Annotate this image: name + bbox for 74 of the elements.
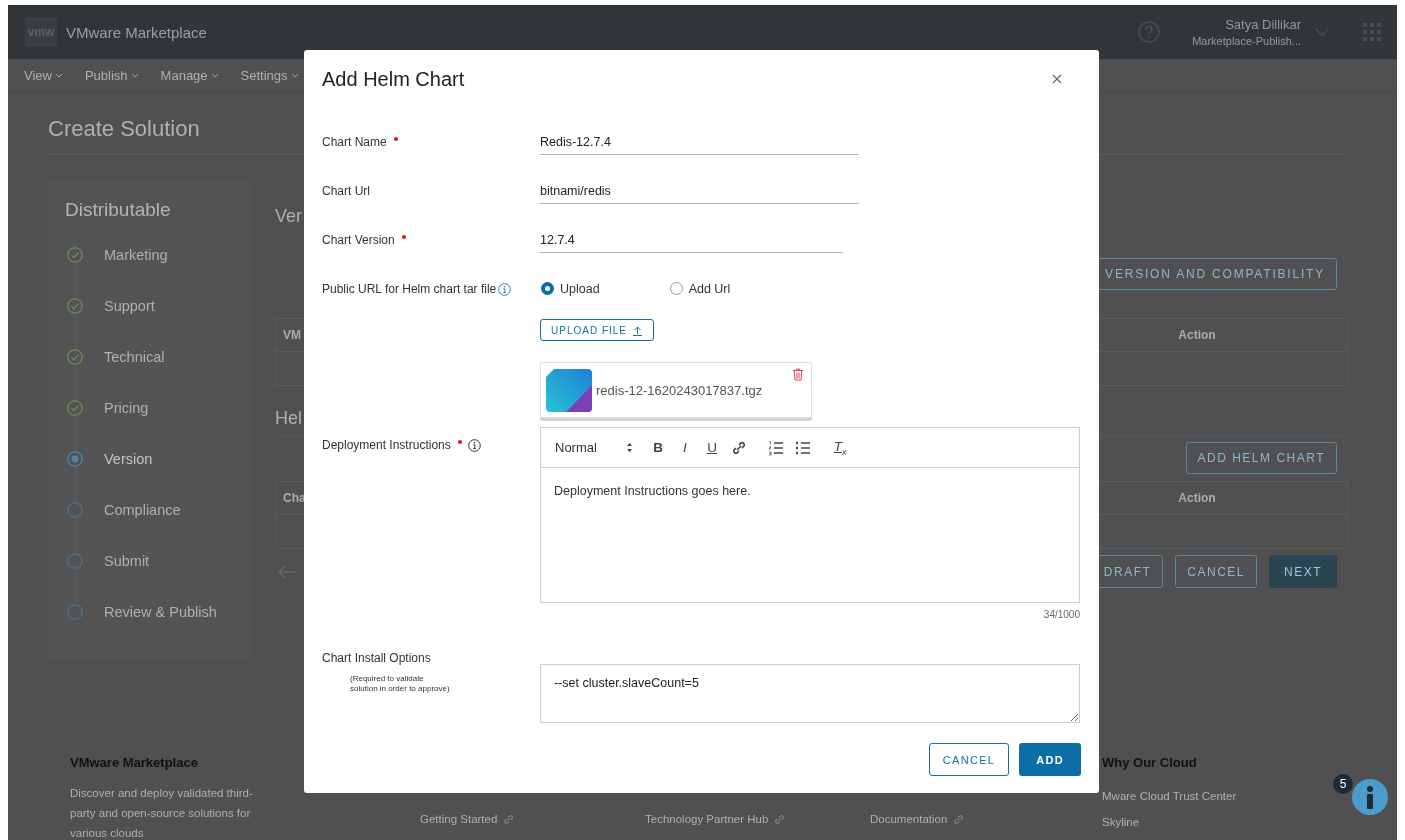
footer-heading: Why Our Cloud [1102, 755, 1198, 770]
italic-button[interactable]: I [676, 440, 694, 455]
step-label[interactable]: Marketing [104, 246, 168, 263]
chevron-down-icon [210, 72, 219, 78]
footer-text: Discover and deploy validated third-party and open-source solutions for various clouds [70, 786, 254, 840]
footer-link[interactable]: Technology Partner Hub [645, 813, 786, 825]
bold-button[interactable]: B [649, 440, 667, 455]
nav-menu[interactable]: Publish [84, 67, 139, 83]
add-helm-chart-button[interactable]: ADD HELM CHART [1185, 442, 1337, 474]
up-down-arrows-icon [626, 442, 633, 453]
nav-menu[interactable]: View [24, 67, 63, 83]
help-icon [1138, 21, 1161, 43]
close-icon [1052, 74, 1062, 84]
chevron-down-icon [130, 72, 139, 78]
step-label[interactable]: Compliance [104, 501, 181, 518]
clear-format-button[interactable]: T$_{x}$ [831, 438, 849, 457]
link-icon[interactable] [731, 439, 747, 456]
app-grid-icon [1363, 23, 1381, 41]
chevron-down-icon [290, 72, 299, 78]
character-counter: 34/1000 [1042, 609, 1081, 620]
footer-heading: VMware Marketplace [70, 755, 199, 770]
field-label: Deployment Instructions [322, 438, 451, 452]
upload-icon [632, 324, 644, 336]
radio-label[interactable]: Upload [560, 281, 600, 296]
step-label[interactable]: Submit [104, 552, 150, 569]
steps-title: Distributable [65, 199, 172, 221]
underline-button[interactable]: U [703, 440, 721, 455]
chevron-down-icon [54, 72, 63, 78]
cancel-button[interactable]: CANCEL [928, 743, 1010, 776]
user-name: Satya Dillikar [1225, 17, 1301, 32]
field-label: Public URL for Helm chart tar file [322, 282, 497, 296]
file-name: redis-12-1620243017837.tgz [596, 382, 763, 398]
nav-menu[interactable]: Manage [160, 67, 219, 83]
link-icon [774, 813, 786, 825]
rich-text-editor[interactable]: Normal B I U T$_{x}$ Deployment Instructions goes here. [540, 427, 1080, 603]
chevron-down-icon [1315, 28, 1329, 36]
column-header: Action [1177, 328, 1217, 342]
editor-text: Deployment Instructions goes here. [553, 483, 752, 500]
field-label: Chart Version [322, 233, 395, 247]
field-note: (Required to validate solution in order to approve) [350, 674, 450, 694]
field-label: Chart Url [322, 184, 370, 198]
nav-menu[interactable]: Settings [240, 67, 299, 83]
step-label[interactable]: Version [104, 450, 153, 467]
link-icon [503, 813, 515, 825]
step-label[interactable]: Support [104, 297, 155, 314]
action-button[interactable]: CANCEL [1175, 555, 1257, 588]
trash-icon [792, 368, 804, 381]
radio-button[interactable] [541, 282, 554, 295]
next-button[interactable]: NEXT [1269, 555, 1337, 588]
user-role: Marketplace-Publish... [1192, 35, 1301, 47]
bullet-list-icon[interactable] [795, 439, 811, 456]
field-label: Chart Install Options [322, 651, 431, 665]
step-label[interactable]: Technical [104, 348, 165, 365]
radio-label[interactable]: Add Url [688, 281, 731, 296]
delete-button[interactable] [792, 368, 804, 381]
link-icon [953, 813, 965, 825]
field-label: Chart Name [322, 135, 387, 149]
step-label[interactable]: Review & Publish [104, 603, 217, 620]
footer-link[interactable]: Getting Started [420, 813, 515, 825]
step-label[interactable]: Pricing [104, 399, 149, 416]
section-heading: Ver [275, 206, 304, 227]
file-icon [546, 368, 592, 412]
upload-file-button[interactable]: UPLOAD FILE [540, 319, 655, 341]
numbered-list-icon[interactable] [768, 439, 784, 456]
dialog-title: Add Helm Chart [322, 67, 465, 91]
install-options-field[interactable]: --set cluster.slaveCount=5 [540, 664, 1080, 723]
column-header: VM [283, 328, 301, 342]
footer-link[interactable]: Skyline [1102, 816, 1397, 828]
add-button[interactable]: ADD [1019, 743, 1081, 776]
footer-link[interactable]: Documentation [870, 813, 965, 825]
format-dropdown[interactable]: Normal [555, 440, 633, 455]
column-header: Action [1177, 491, 1217, 505]
app-title: VMware Marketplace [66, 23, 207, 41]
info-button[interactable] [1352, 779, 1388, 815]
